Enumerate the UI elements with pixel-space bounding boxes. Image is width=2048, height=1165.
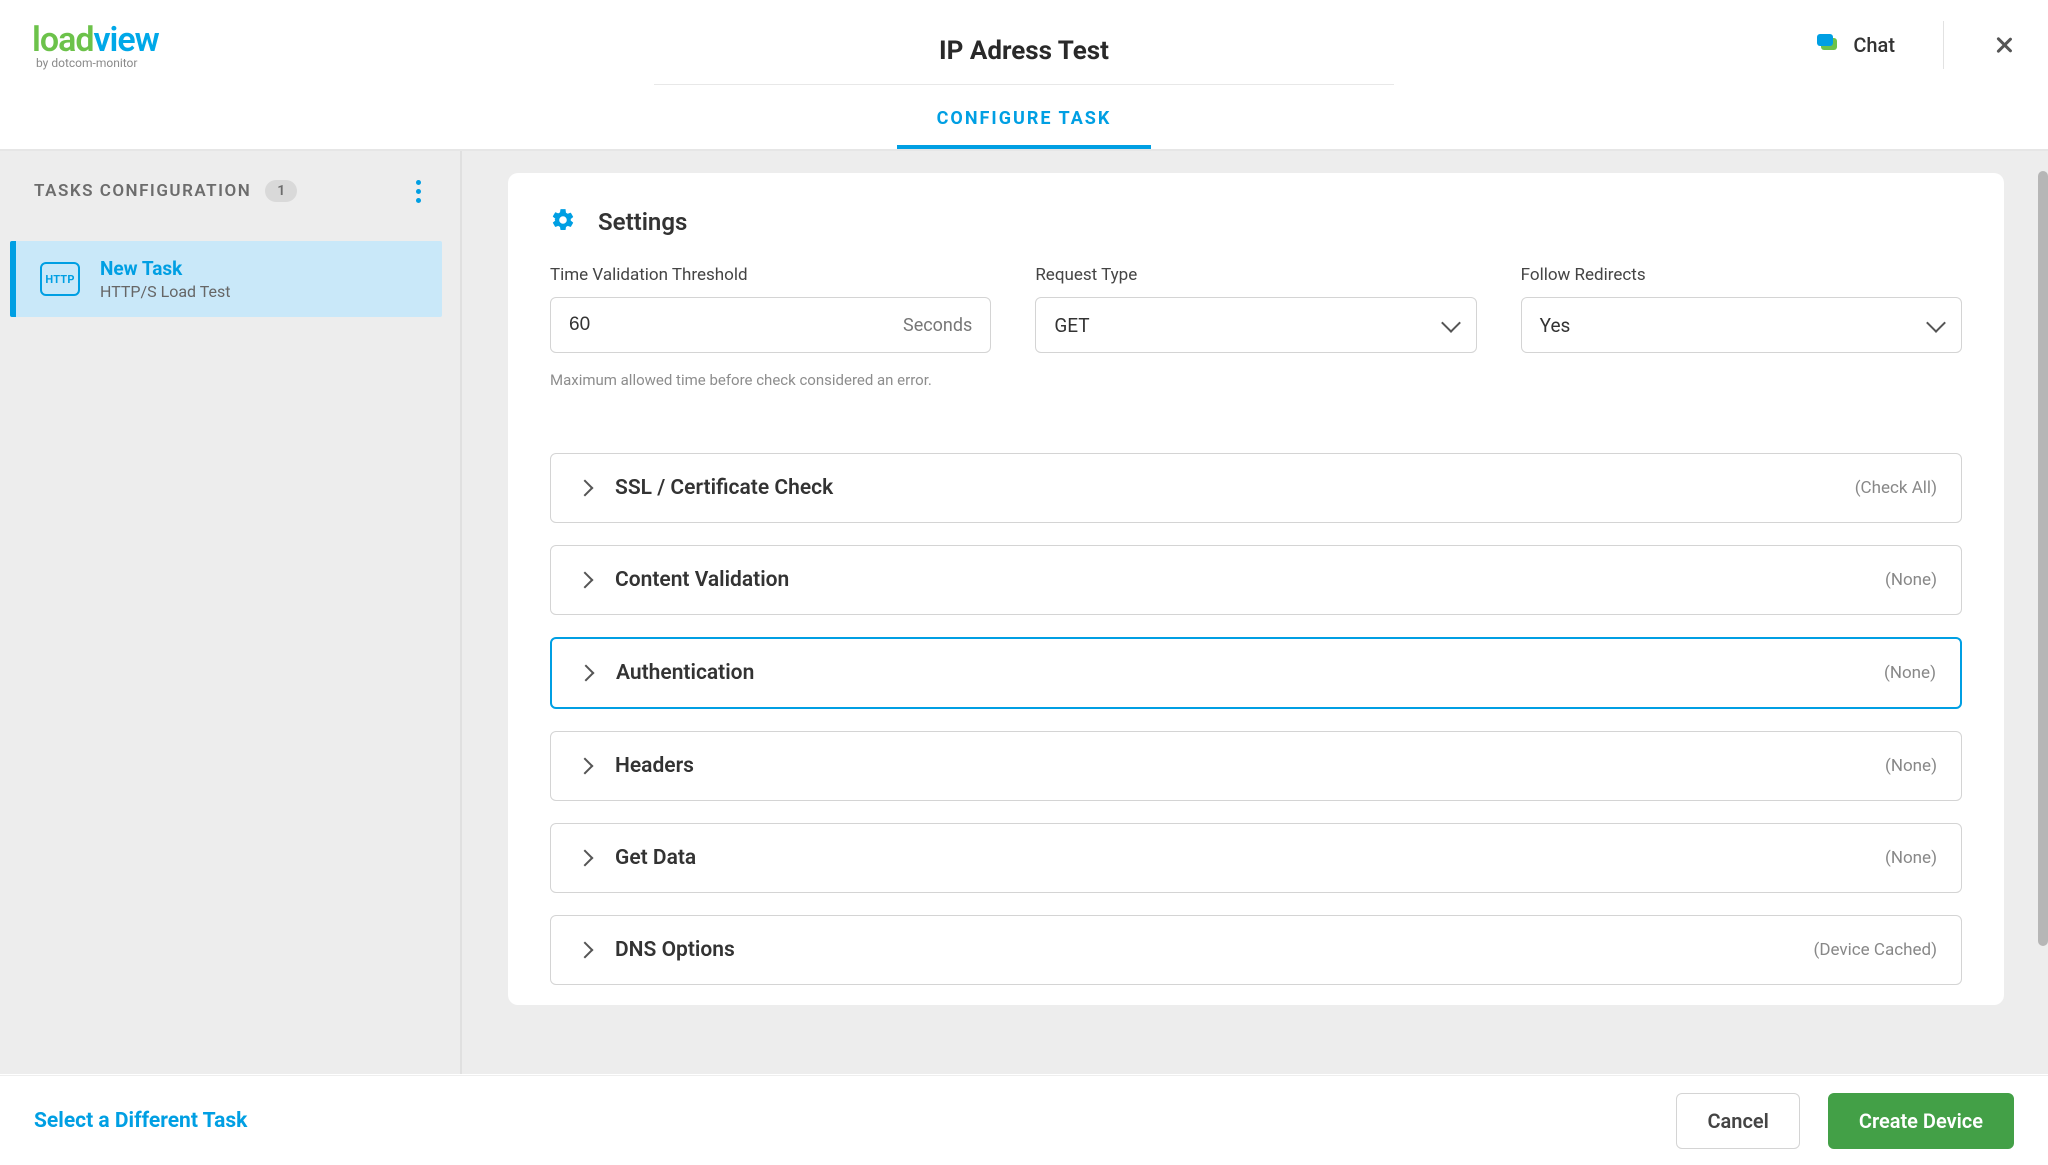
page-title-wrap: IP Adress Test [654,0,1394,85]
field-label: Follow Redirects [1521,265,1962,285]
scrollbar-track [2038,151,2048,1074]
accordion-title: Get Data [615,846,696,870]
main-area: TASKS CONFIGURATION 1 HTTP New Task HTTP… [0,151,2048,1074]
top-bar: loadview by dotcom-monitor IP Adress Tes… [0,0,2048,90]
task-subtitle: HTTP/S Load Test [100,282,230,301]
chevron-right-icon [577,850,594,867]
http-icon: HTTP [40,262,80,296]
section-header: Settings [550,207,1962,237]
time-threshold-input[interactable] [569,314,903,336]
accordion-status: (Check All) [1855,478,1937,498]
chat-icon [1817,34,1839,56]
accordion-row[interactable]: Headers (None) [550,731,1962,801]
logo-blue: view [93,20,158,60]
accordion-row[interactable]: DNS Options (Device Cached) [550,915,1962,985]
accordion-title: Authentication [616,661,754,685]
logo-subtitle: by dotcom-monitor [36,56,137,70]
follow-redirects-value: Yes [1540,314,1571,337]
top-bar-right: Chat [1817,21,2016,69]
chevron-down-icon [1441,313,1461,333]
accordion-title: SSL / Certificate Check [615,476,833,500]
sidebar-header: TASKS CONFIGURATION 1 [0,177,460,227]
accordion-row[interactable]: Get Data (None) [550,823,1962,893]
logo-text: loadview [32,20,159,60]
task-texts: New Task HTTP/S Load Test [100,257,230,301]
field-follow-redirects: Follow Redirects Yes [1521,265,1962,389]
footer-actions: Cancel Create Device [1676,1093,2014,1149]
accordion-status: (None) [1885,570,1937,590]
chevron-right-icon [577,942,594,959]
chevron-right-icon [577,480,594,497]
field-time-threshold: Time Validation Threshold Seconds Maximu… [550,265,991,389]
content-scroll[interactable]: Settings Time Validation Threshold Secon… [462,151,2048,1074]
logo-green: load [32,20,93,60]
sidebar-item-new-task[interactable]: HTTP New Task HTTP/S Load Test [10,241,442,317]
settings-card: Settings Time Validation Threshold Secon… [508,173,2004,1005]
chevron-right-icon [578,665,595,682]
select-different-task-link[interactable]: Select a Different Task [34,1109,247,1133]
field-label: Time Validation Threshold [550,265,991,285]
task-count-badge: 1 [265,180,297,202]
page-title: IP Adress Test [654,0,1394,66]
close-icon[interactable] [1992,33,2016,57]
vertical-separator [1943,21,1944,69]
gear-icon [550,207,576,237]
task-name: New Task [100,257,230,280]
time-threshold-unit: Seconds [903,315,972,336]
accordion-title: Content Validation [615,568,789,592]
logo: loadview by dotcom-monitor [32,20,312,70]
accordion-status: (None) [1884,663,1936,683]
request-type-value: GET [1054,314,1089,337]
scrollbar-thumb[interactable] [2038,171,2048,946]
field-label: Request Type [1035,265,1476,285]
chevron-right-icon [577,572,594,589]
time-threshold-help: Maximum allowed time before check consid… [550,371,991,389]
accordion-status: (None) [1885,756,1937,776]
time-threshold-input-box[interactable]: Seconds [550,297,991,353]
tab-configure-task[interactable]: CONFIGURE TASK [897,90,1152,149]
create-device-button[interactable]: Create Device [1828,1093,2014,1149]
accordion-title: DNS Options [615,938,735,962]
accordion-status: (None) [1885,848,1937,868]
chevron-down-icon [1926,313,1946,333]
accordion-row[interactable]: Authentication (None) [550,637,1962,709]
title-underline [654,84,1394,85]
more-options-icon[interactable] [404,177,432,205]
fields-row: Time Validation Threshold Seconds Maximu… [550,265,1962,389]
footer: Select a Different Task Cancel Create De… [0,1075,2048,1165]
section-title: Settings [598,208,687,236]
sidebar: TASKS CONFIGURATION 1 HTTP New Task HTTP… [0,151,462,1074]
tab-bar: CONFIGURE TASK [0,90,2048,151]
chevron-right-icon [577,758,594,775]
accordion-row[interactable]: Content Validation (None) [550,545,1962,615]
cancel-button[interactable]: Cancel [1676,1093,1799,1149]
field-request-type: Request Type GET [1035,265,1476,389]
request-type-select[interactable]: GET [1035,297,1476,353]
chat-label: Chat [1853,33,1895,57]
accordion-title: Headers [615,754,694,778]
sidebar-title: TASKS CONFIGURATION [34,181,251,201]
accordion-list: SSL / Certificate Check (Check All) Conten… [550,453,1962,985]
accordion-status: (Device Cached) [1814,940,1937,960]
follow-redirects-select[interactable]: Yes [1521,297,1962,353]
chat-button[interactable]: Chat [1817,33,1895,57]
accordion-row[interactable]: SSL / Certificate Check (Check All) [550,453,1962,523]
